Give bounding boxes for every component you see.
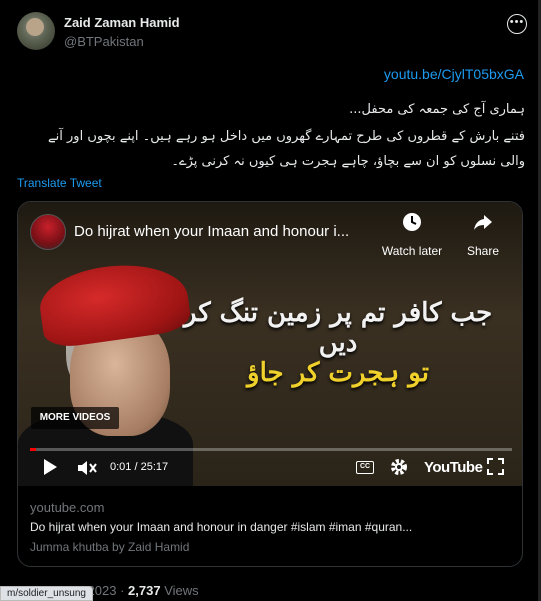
card-title[interactable]: Do hijrat when your Imaan and honour in … xyxy=(30,520,510,534)
card-description: Jumma khutba by Zaid Hamid xyxy=(30,540,190,554)
share-label: Share xyxy=(466,244,500,258)
video-title[interactable]: Do hijrat when your Imaan and honour i..… xyxy=(74,223,374,240)
author-name[interactable]: Zaid Zaman Hamid xyxy=(64,15,180,30)
views-count: 2,737 xyxy=(128,583,161,598)
thumbnail-text-line-2: تو ہجرت کر جاؤ xyxy=(247,358,429,388)
more-dots-icon[interactable]: ••• xyxy=(507,14,527,34)
more-videos-button[interactable]: MORE VIDEOS xyxy=(31,407,119,429)
separator-dot: · xyxy=(120,583,125,598)
watch-later-button[interactable]: Watch later xyxy=(372,212,452,258)
youtube-card[interactable]: Do hijrat when your Imaan and honour i..… xyxy=(17,201,523,567)
watch-later-label: Watch later xyxy=(381,244,443,258)
status-bar-url: m/soldier_unsung xyxy=(0,586,93,601)
tweet-text-line-3: والی نسلوں کو ان سے بچاؤ، چاہے ہجرت ہی ک… xyxy=(171,154,525,169)
fullscreen-icon[interactable] xyxy=(487,458,504,480)
captions-icon[interactable]: CC xyxy=(356,461,374,474)
channel-avatar[interactable] xyxy=(30,214,66,250)
time-display: 0:01 / 25:17 xyxy=(110,461,169,473)
thumbnail-text-line-1: جب کافر تم پر زمین تنگ کر دیں xyxy=(183,298,493,358)
mute-icon[interactable] xyxy=(76,458,98,483)
share-arrow-icon xyxy=(443,212,522,238)
avatar[interactable] xyxy=(17,12,55,50)
progress-bar[interactable] xyxy=(30,448,512,451)
clock-icon xyxy=(372,212,452,238)
author-handle[interactable]: @BTPakistan xyxy=(64,34,144,49)
tweet-text-line-1: ہماری آج کی جمعہ کی محفل... xyxy=(349,102,525,117)
translate-tweet-link[interactable]: Translate Tweet xyxy=(17,176,102,190)
video-player[interactable]: Do hijrat when your Imaan and honour i..… xyxy=(18,202,522,486)
card-domain: youtube.com xyxy=(30,500,105,515)
progress-fill xyxy=(30,448,36,451)
play-icon[interactable] xyxy=(42,458,58,481)
share-button[interactable]: Share xyxy=(443,212,522,258)
player-controls: 0:01 / 25:17 CC YouTube xyxy=(18,454,522,484)
settings-gear-icon[interactable] xyxy=(390,458,408,481)
tweet-text-line-2: فتنے بارش کے قطروں کی طرح تمہارے گھروں م… xyxy=(48,129,525,144)
tweet-header: Zaid Zaman Hamid @BTPakistan ••• xyxy=(17,12,527,52)
tweet-link[interactable]: youtu.be/CjylT05bxGA xyxy=(384,66,524,82)
views-label: Views xyxy=(164,583,199,598)
youtube-logo[interactable]: YouTube xyxy=(424,459,483,476)
